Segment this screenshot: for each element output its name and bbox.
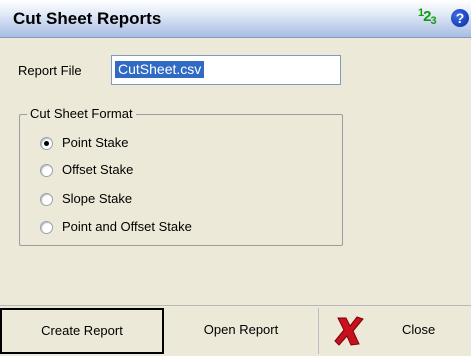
title-bar: Cut Sheet Reports 123 ?: [0, 0, 471, 38]
open-report-button[interactable]: Open Report: [164, 308, 319, 354]
report-file-input[interactable]: CutSheet.csv: [111, 55, 341, 85]
radio-button[interactable]: [40, 221, 53, 234]
radio-label: Point Stake: [62, 135, 129, 150]
cut-sheet-format-label: Cut Sheet Format: [27, 106, 136, 121]
radio-label: Slope Stake: [62, 191, 133, 206]
radio-button-checked[interactable]: [40, 137, 53, 150]
numeric-input-icon[interactable]: 123: [418, 7, 437, 27]
window-title: Cut Sheet Reports: [13, 9, 162, 28]
report-file-label: Report File: [18, 63, 82, 78]
help-icon[interactable]: ?: [451, 9, 469, 27]
close-button[interactable]: Close: [319, 308, 471, 354]
close-x-icon: [334, 316, 364, 346]
radio-button[interactable]: [40, 193, 53, 206]
radio-label: Offset Stake: [62, 162, 134, 177]
report-file-value: CutSheet.csv: [115, 61, 205, 78]
create-report-button[interactable]: Create Report: [0, 308, 164, 354]
close-label: Close: [402, 322, 436, 337]
radio-label: Point and Offset Stake: [62, 219, 192, 234]
radio-button[interactable]: [40, 164, 53, 177]
